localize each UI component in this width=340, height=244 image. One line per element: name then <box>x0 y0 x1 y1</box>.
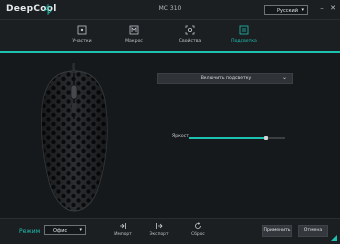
brightness-slider-fill <box>189 137 266 139</box>
chevron-down-icon: ⌄ <box>281 74 287 81</box>
tab-lighting-label: Подсветка <box>231 39 257 44</box>
chevron-down-icon: ▾ <box>301 7 304 13</box>
main-nav: Участки Макрос Свойства Подсветка <box>0 20 340 52</box>
resize-grip-icon[interactable] <box>331 235 337 241</box>
main-panel: Включить подсветку ⌄ Яркост <box>0 53 340 218</box>
reset-label: Сброс <box>191 232 205 237</box>
export-button[interactable]: Экспорт <box>144 222 174 242</box>
language-select[interactable]: Русский ▾ <box>264 5 308 15</box>
lighting-icon <box>239 25 249 35</box>
tab-properties[interactable]: Свойства <box>168 22 212 50</box>
profile-value: Офис <box>53 227 68 234</box>
keyboard-icon <box>77 25 87 35</box>
import-button[interactable]: Импорт <box>108 222 138 242</box>
settings-icon <box>185 25 195 35</box>
export-label: Экспорт <box>149 232 169 237</box>
reset-icon <box>195 222 201 229</box>
chevron-down-icon: ▾ <box>79 227 82 233</box>
close-icon[interactable]: ✕ <box>329 4 337 12</box>
macro-icon <box>129 25 139 35</box>
title-bar: DeepCool MC 310 Русский ▾ – ✕ <box>0 0 340 20</box>
cancel-button[interactable]: Отмена <box>298 225 328 237</box>
brightness-slider[interactable] <box>189 136 285 140</box>
apply-button[interactable]: Применить <box>262 225 292 237</box>
profile-select[interactable]: Офис ▾ <box>44 225 86 235</box>
tab-macro[interactable]: Макрос <box>112 22 156 50</box>
minimize-icon[interactable]: – <box>318 4 326 12</box>
mouse-image <box>41 63 108 212</box>
bottom-bar: Режим Офис ▾ Импорт Экспорт Сброс Примен… <box>0 218 340 244</box>
export-icon <box>156 223 163 229</box>
brightness-label: Яркост <box>172 134 189 139</box>
import-label: Импорт <box>114 232 132 237</box>
mode-label: Режим <box>19 228 41 235</box>
language-value: Русский <box>277 7 298 14</box>
tab-properties-label: Свойства <box>178 39 202 44</box>
tab-keys-label: Участки <box>72 39 92 44</box>
lighting-mode-dropdown[interactable]: Включить подсветку ⌄ <box>157 73 293 84</box>
lighting-mode-value: Включить подсветку <box>200 76 252 81</box>
import-icon <box>120 223 126 229</box>
tab-keys[interactable]: Участки <box>60 22 104 50</box>
reset-button[interactable]: Сброс <box>183 222 213 242</box>
tab-macro-label: Макрос <box>125 39 143 44</box>
brightness-slider-thumb[interactable] <box>263 136 268 140</box>
tab-lighting[interactable]: Подсветка <box>222 22 266 50</box>
